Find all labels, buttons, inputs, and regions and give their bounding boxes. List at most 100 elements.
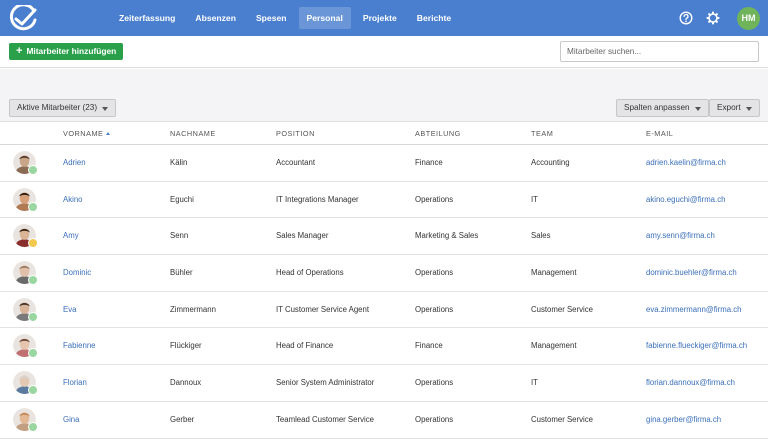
add-employee-label: Mitarbeiter hinzufügen — [26, 46, 117, 56]
employee-scope-dropdown[interactable]: Aktive Mitarbeiter (23) — [9, 99, 117, 117]
cell-department: Operations — [415, 414, 454, 424]
export-dropdown[interactable]: Export — [709, 99, 760, 117]
cell-last-name: Kälin — [170, 158, 188, 167]
cell-team: Customer Service — [531, 414, 593, 424]
table-row[interactable]: Dominic Bühler Head of Operations Operation… — [0, 255, 768, 292]
cell-first-name[interactable]: Amy — [63, 218, 79, 254]
cell-department: Operations — [415, 194, 454, 204]
cell-last-name: Senn — [170, 231, 189, 241]
header-last-name[interactable]: NACHNAME — [170, 122, 216, 146]
cell-first-name[interactable]: Akino — [63, 182, 83, 218]
customize-columns-label: Spalten anpassen — [624, 103, 690, 112]
cell-team: IT — [531, 378, 538, 388]
employee-search-input[interactable] — [560, 41, 759, 62]
cell-last-name: Bühler — [170, 268, 193, 278]
cell-email[interactable]: gina.gerber@firma.ch — [646, 402, 721, 438]
app-logo-icon[interactable] — [8, 5, 38, 31]
cell-position: IT Integrations Manager — [276, 194, 359, 204]
cell-first-name[interactable]: Gina — [63, 402, 79, 438]
cell-position: Teamlead Customer Service — [276, 414, 374, 424]
presence-status-icon — [28, 385, 38, 396]
header-department[interactable]: ABTEILUNG — [415, 122, 461, 146]
table-row[interactable]: Gina Gerber Teamlead Customer Service Opera… — [0, 401, 768, 439]
presence-status-icon — [28, 311, 38, 322]
presence-status-icon — [28, 421, 38, 432]
cell-last-name: Eguchi — [170, 194, 194, 204]
cell-last-name: Gerber — [170, 414, 195, 424]
cell-last-name: Dannoux — [170, 378, 202, 388]
cell-first-name[interactable]: Eva — [63, 292, 76, 328]
presence-status-icon — [28, 165, 38, 175]
nav-item-personal[interactable]: Personal — [298, 7, 351, 29]
cell-first-name[interactable]: Adrien — [63, 145, 86, 181]
cell-email[interactable]: eva.zimmermann@firma.ch — [646, 292, 741, 328]
employee-table: VORNAME NACHNAME POSITION ABTEILUNG TEAM… — [0, 121, 768, 439]
header-position[interactable]: POSITION — [276, 122, 315, 146]
header-first-name[interactable]: VORNAME — [63, 122, 111, 146]
header-email[interactable]: E-MAIL — [646, 122, 673, 146]
table-row[interactable]: Akino Eguchi IT Integrations Manager Operat… — [0, 181, 768, 219]
cell-email[interactable]: fabienne.flueckiger@firma.ch — [646, 328, 747, 364]
sort-ascending-icon — [106, 132, 111, 135]
export-label: Export — [717, 103, 741, 112]
nav-item-berichte[interactable]: Berichte — [409, 7, 459, 29]
cell-first-name[interactable]: Fabienne — [63, 328, 96, 364]
user-avatar[interactable]: HM — [737, 7, 760, 30]
employee-avatar[interactable] — [13, 151, 38, 178]
help-icon[interactable] — [679, 11, 693, 25]
cell-position: Head of Operations — [276, 268, 344, 278]
employee-scope-label: Aktive Mitarbeiter (23) — [17, 103, 98, 112]
employee-avatar[interactable] — [13, 261, 38, 288]
table-row[interactable]: Florian Dannoux Senior System Administrato… — [0, 365, 768, 402]
cell-email[interactable]: amy.senn@firma.ch — [646, 218, 715, 254]
chevron-down-icon — [102, 106, 109, 111]
presence-status-icon — [28, 238, 38, 249]
cell-email[interactable]: akino.eguchi@firma.ch — [646, 182, 725, 218]
cell-position: Sales Manager — [276, 231, 329, 241]
settings-gear-icon[interactable] — [706, 11, 720, 25]
table-body: Adrien Kälin Accountant Finance Accounting ad… — [0, 145, 768, 439]
presence-status-icon — [28, 201, 38, 212]
header-team[interactable]: TEAM — [531, 122, 553, 146]
chevron-down-icon — [694, 106, 701, 111]
table-row[interactable]: Eva Zimmermann IT Customer Service Agent Op… — [0, 291, 768, 329]
table-row[interactable]: Adrien Kälin Accountant Finance Accounting ad… — [0, 145, 768, 182]
cell-last-name: Flückiger — [170, 341, 202, 351]
employee-avatar[interactable] — [13, 187, 38, 215]
add-employee-button[interactable]: + Mitarbeiter hinzufügen — [9, 43, 124, 60]
cell-department: Marketing & Sales — [415, 231, 479, 241]
cell-team: IT — [531, 194, 538, 204]
employee-avatar[interactable] — [13, 407, 38, 435]
employee-avatar[interactable] — [13, 371, 38, 398]
nav-item-spesen[interactable]: Spesen — [248, 7, 295, 29]
cell-position: IT Customer Service Agent — [276, 304, 370, 314]
cell-first-name[interactable]: Florian — [63, 365, 87, 401]
cell-first-name[interactable]: Dominic — [63, 255, 91, 291]
presence-status-icon — [28, 348, 38, 359]
nav-item-zeiterfassung[interactable]: Zeiterfassung — [111, 7, 183, 29]
chevron-down-icon — [745, 106, 752, 111]
customize-columns-dropdown[interactable]: Spalten anpassen — [616, 99, 709, 117]
nav-item-absenzen[interactable]: Absenzen — [187, 7, 244, 29]
table-row[interactable]: Fabienne Flückiger Head of Finance Finance M… — [0, 328, 768, 366]
cell-department: Finance — [415, 341, 443, 351]
filter-bar: Aktive Mitarbeiter (23) Spalten anpassen… — [0, 69, 768, 121]
employee-avatar[interactable] — [13, 224, 38, 252]
employee-avatar[interactable] — [13, 297, 38, 325]
table-row[interactable]: Amy Senn Sales Manager Marketing & Sales Sal… — [0, 218, 768, 256]
cell-email[interactable]: dominic.buehler@firma.ch — [646, 255, 737, 291]
cell-email[interactable]: adrien.kaelin@firma.ch — [646, 145, 726, 181]
employee-avatar[interactable] — [13, 334, 38, 362]
table-header: VORNAME NACHNAME POSITION ABTEILUNG TEAM… — [0, 121, 768, 145]
cell-team: Accounting — [531, 158, 570, 167]
cell-position: Head of Finance — [276, 341, 334, 351]
cell-team: Customer Service — [531, 304, 593, 314]
cell-team: Sales — [531, 231, 551, 241]
main-nav: Zeiterfassung Absenzen Spesen Personal Proje… — [111, 7, 459, 29]
cell-team: Management — [531, 268, 577, 278]
cell-email[interactable]: florian.dannoux@firma.ch — [646, 365, 735, 401]
nav-item-projekte[interactable]: Projekte — [355, 7, 405, 29]
cell-team: Management — [531, 341, 577, 351]
cell-department: Finance — [415, 158, 443, 167]
cell-position: Senior System Administrator — [276, 378, 375, 388]
